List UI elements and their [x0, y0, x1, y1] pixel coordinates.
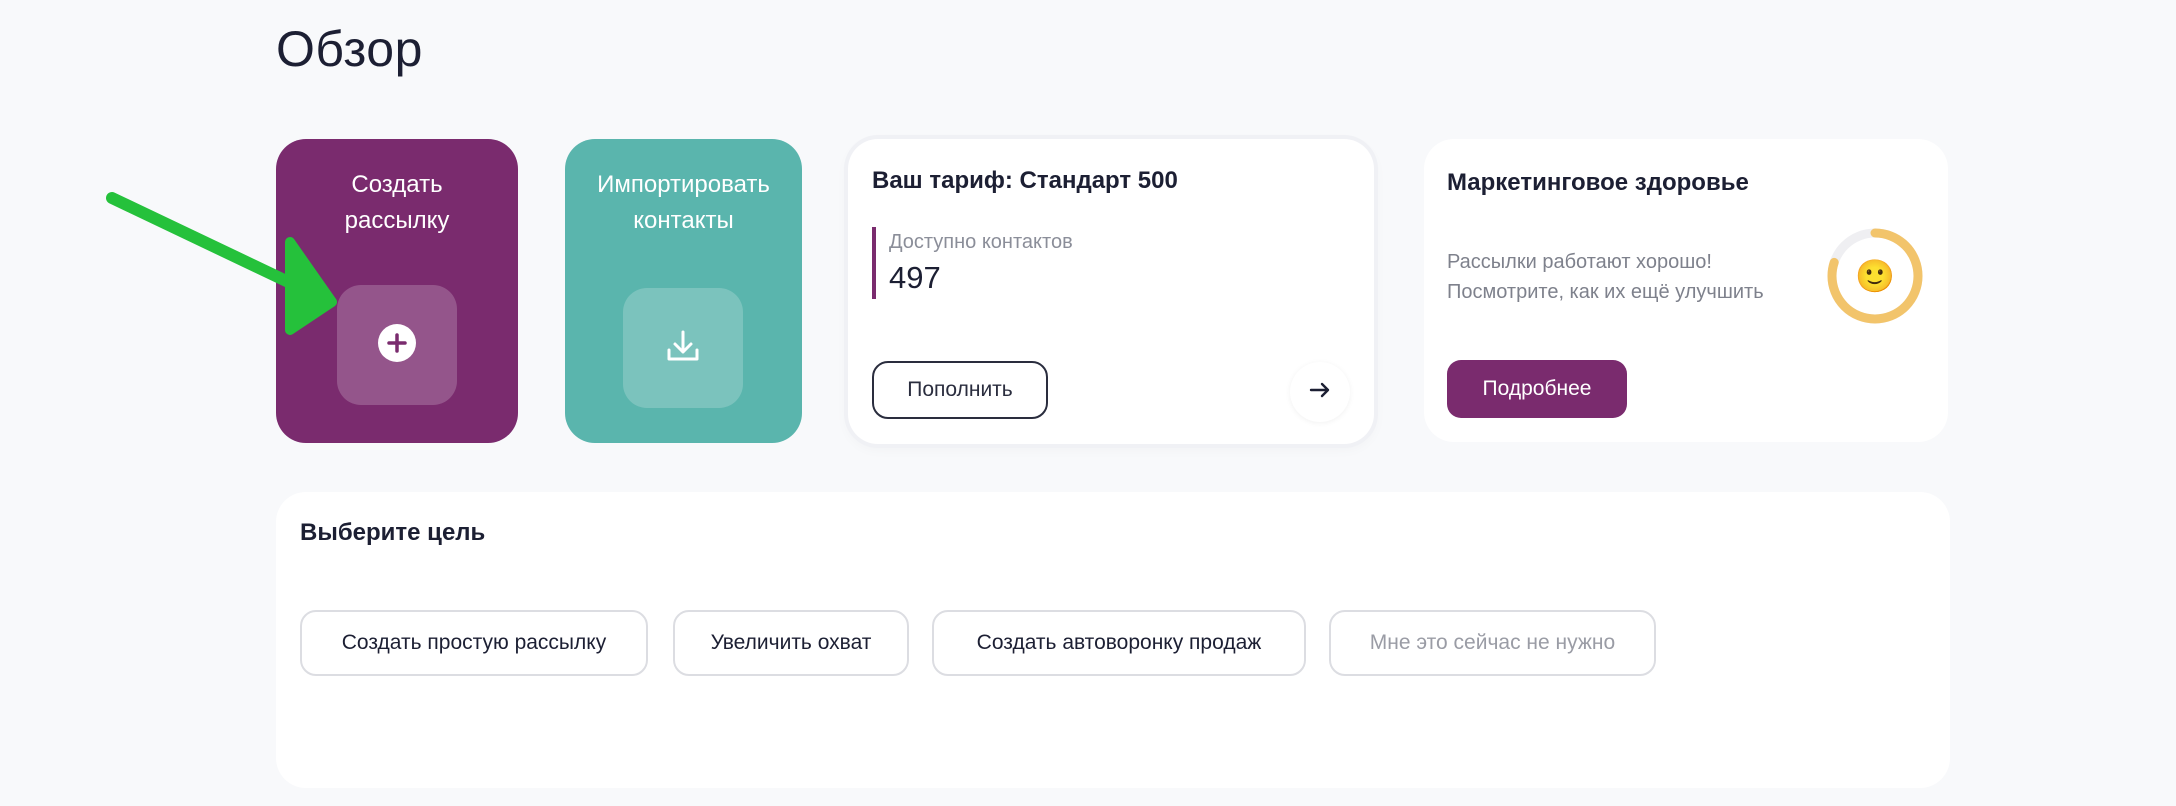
import-contacts-tile[interactable]: Импортировать контакты	[565, 139, 802, 443]
topup-button[interactable]: Пополнить	[872, 361, 1048, 419]
import-contacts-label: Импортировать контакты	[597, 171, 770, 234]
goal-not-needed-button[interactable]: Мне это сейчас не нужно	[1329, 610, 1656, 676]
goal-sales-funnel-button[interactable]: Создать автоворонку продаж	[932, 610, 1306, 676]
marketing-health-title: Маркетинговое здоровье	[1447, 169, 1749, 196]
available-contacts-label: Доступно контактов	[889, 231, 1073, 253]
page-title: Обзор	[276, 21, 423, 77]
plus-circle-icon	[377, 323, 417, 368]
tariff-card: Ваш тариф: Стандарт 500 Доступно контакт…	[848, 139, 1374, 444]
choose-goal-card: Выберите цель Создать простую рассылку У…	[276, 492, 1950, 788]
available-contacts-value: 497	[889, 260, 941, 295]
create-campaign-tile[interactable]: Создать рассылку	[276, 139, 518, 443]
marketing-health-card: Маркетинговое здоровье Рассылки работают…	[1424, 139, 1948, 442]
create-campaign-button[interactable]	[337, 285, 457, 405]
import-contacts-button[interactable]	[623, 288, 743, 408]
marketing-health-text: Рассылки работают хорошо! Посмотрите, ка…	[1447, 247, 1827, 307]
marketing-health-line-1: Рассылки работают хорошо!	[1447, 251, 1712, 273]
choose-goal-title: Выберите цель	[300, 519, 486, 546]
goal-increase-reach-button[interactable]: Увеличить охват	[673, 610, 909, 676]
details-button[interactable]: Подробнее	[1447, 360, 1627, 418]
goal-simple-campaign-button[interactable]: Создать простую рассылку	[300, 610, 648, 676]
marketing-health-line-2: Посмотрите, как их ещё улучшить	[1447, 281, 1764, 303]
tariff-details-button[interactable]	[1290, 362, 1350, 422]
smiley-icon: 🙂	[1855, 258, 1895, 294]
available-contacts: Доступно контактов 497	[872, 227, 1073, 299]
tariff-title: Ваш тариф: Стандарт 500	[872, 167, 1178, 194]
overview-page: Обзор Создать рассылку Импортировать кон…	[0, 0, 2176, 806]
arrow-right-icon	[1308, 378, 1332, 407]
download-icon	[663, 326, 703, 371]
create-campaign-label: Создать рассылку	[344, 171, 450, 234]
